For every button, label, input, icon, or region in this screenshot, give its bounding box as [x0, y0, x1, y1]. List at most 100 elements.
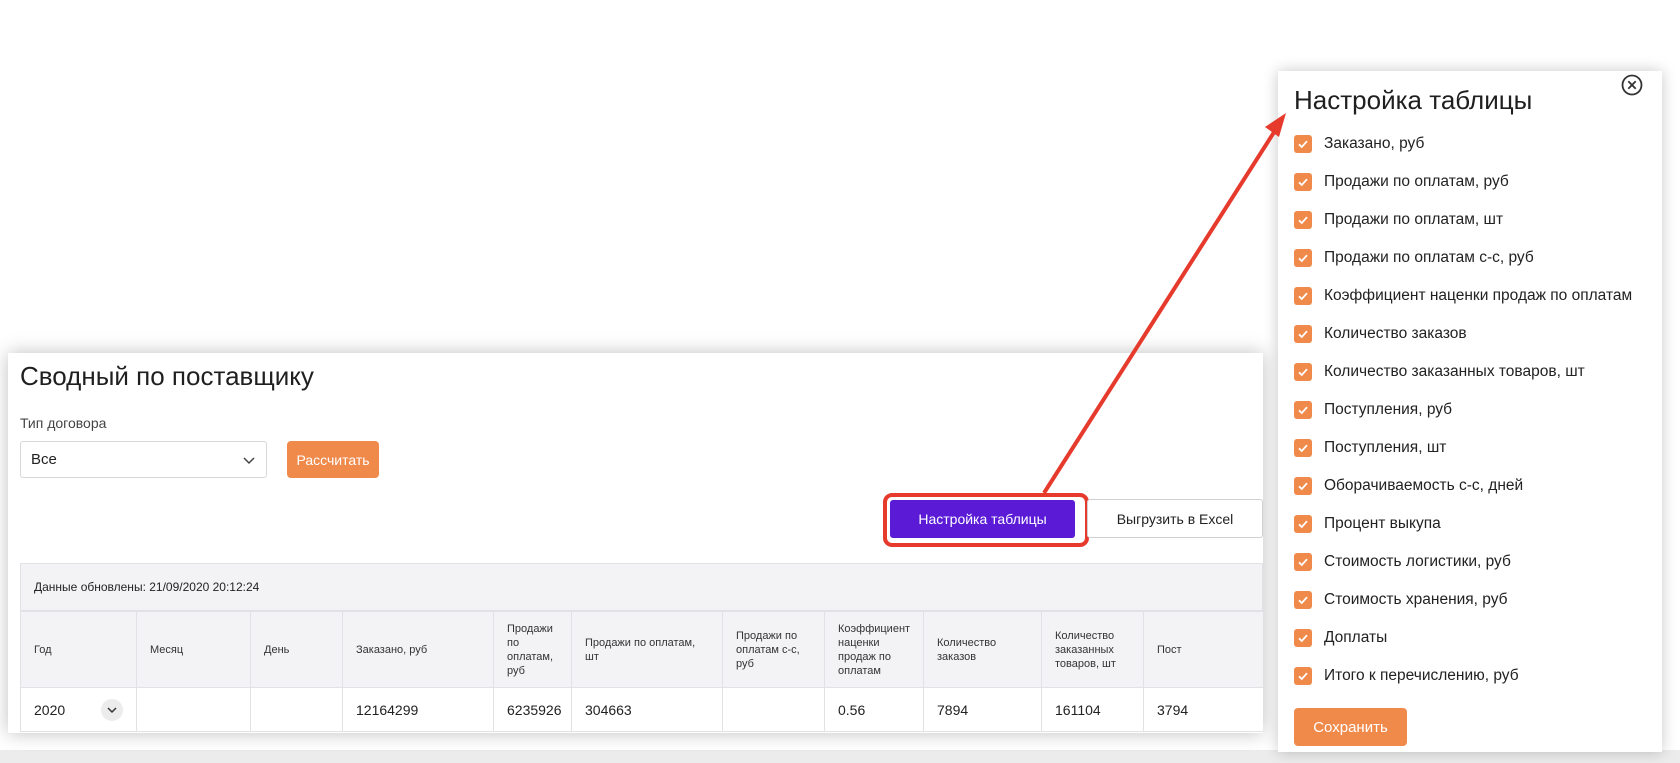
column-option-item[interactable]: Коэффициент наценки продаж по оплатам — [1294, 277, 1662, 315]
checkbox[interactable] — [1294, 667, 1312, 685]
save-button[interactable]: Сохранить — [1294, 708, 1407, 746]
table-cell: 3794 — [1143, 687, 1263, 732]
checkmark-icon — [1298, 672, 1308, 681]
checkmark-icon — [1298, 444, 1308, 453]
column-option-item[interactable]: Заказано, руб — [1294, 125, 1662, 163]
col-header-ordered-items[interactable]: Количество заказанных товаров, шт — [1041, 611, 1144, 688]
col-header-orders-count[interactable]: Количество заказов — [923, 611, 1042, 688]
checkbox[interactable] — [1294, 477, 1312, 495]
column-option-label: Поступления, шт — [1324, 439, 1447, 456]
export-excel-button[interactable]: Выгрузить в Excel — [1087, 499, 1263, 538]
table-cell: 304663 — [571, 687, 723, 732]
col-header-month[interactable]: Месяц — [136, 611, 251, 688]
col-header-markup-coef[interactable]: Коэффициент наценки продаж по оплатам — [824, 611, 924, 688]
column-option-item[interactable]: Продажи по оплатам с-с, руб — [1294, 239, 1662, 277]
col-header-ordered-rub[interactable]: Заказано, руб — [342, 611, 494, 688]
checkmark-icon — [1298, 292, 1308, 301]
contract-type-value: Все — [31, 451, 57, 468]
checkbox[interactable] — [1294, 287, 1312, 305]
contract-type-select[interactable]: Все — [20, 441, 267, 478]
table-header-row: Год Месяц День Заказано, руб Продажи по … — [20, 611, 1263, 688]
column-option-label: Коэффициент наценки продаж по оплатам — [1324, 287, 1633, 304]
checkmark-icon — [1298, 140, 1308, 149]
data-updated-text: Данные обновлены: 21/09/2020 20:12:24 — [34, 580, 260, 594]
checkbox[interactable] — [1294, 363, 1312, 381]
column-option-item[interactable]: Количество заказанных товаров, шт — [1294, 353, 1662, 391]
column-option-label: Продажи по оплатам с-с, руб — [1324, 249, 1534, 266]
summary-table: Год Месяц День Заказано, руб Продажи по … — [20, 611, 1263, 732]
checkbox[interactable] — [1294, 553, 1312, 571]
column-option-label: Заказано, руб — [1324, 135, 1425, 152]
col-header-receipts[interactable]: Пост — [1143, 611, 1263, 688]
checkbox[interactable] — [1294, 629, 1312, 647]
checkbox[interactable] — [1294, 439, 1312, 457]
column-option-item[interactable]: Стоимость хранения, руб — [1294, 581, 1662, 619]
column-option-label: Поступления, руб — [1324, 401, 1453, 418]
checkmark-icon — [1298, 216, 1308, 225]
table-cell: 6235926 — [493, 687, 572, 732]
page-title: Сводный по поставщику — [20, 361, 314, 391]
table-cell: 161104 — [1041, 687, 1144, 732]
column-option-label: Количество заказанных товаров, шт — [1324, 363, 1585, 380]
table-cell: 0.56 — [824, 687, 924, 732]
checkmark-icon — [1298, 330, 1308, 339]
column-option-item[interactable]: Количество заказов — [1294, 315, 1662, 353]
chevron-down-icon — [243, 456, 255, 464]
table-settings-modal: Настройка таблицы Заказано, руб Продажи п… — [1278, 71, 1662, 752]
checkmark-icon — [1298, 482, 1308, 491]
table-row: 2020 12164299 6235926 304663 0.56 7894 1… — [20, 687, 1263, 732]
checkmark-icon — [1298, 368, 1308, 377]
table-cell: 2020 — [20, 687, 137, 732]
table-cell — [722, 687, 825, 732]
checkbox[interactable] — [1294, 515, 1312, 533]
column-option-label: Продажи по оплатам, шт — [1324, 211, 1504, 228]
table-settings-button[interactable]: Настройка таблицы — [890, 500, 1075, 538]
checkbox[interactable] — [1294, 591, 1312, 609]
supplier-summary-panel: Сводный по поставщику Тип договора Все Р… — [8, 353, 1263, 733]
checkbox[interactable] — [1294, 249, 1312, 267]
checkmark-icon — [1298, 634, 1308, 643]
calculate-button[interactable]: Рассчитать — [287, 441, 379, 478]
column-option-label: Доплаты — [1324, 629, 1388, 646]
column-option-label: Продажи по оплатам, руб — [1324, 173, 1509, 190]
checkbox[interactable] — [1294, 325, 1312, 343]
data-table-container: Данные обновлены: 21/09/2020 20:12:24 Го… — [20, 563, 1263, 733]
table-cell: 12164299 — [342, 687, 494, 732]
col-header-year[interactable]: Год — [20, 611, 137, 688]
checkmark-icon — [1298, 558, 1308, 567]
column-option-label: Количество заказов — [1324, 325, 1467, 342]
contract-type-label: Тип договора — [20, 415, 107, 431]
table-cell — [250, 687, 343, 732]
col-header-sales-cost-rub[interactable]: Продажи по оплатам с-с, руб — [722, 611, 825, 688]
table-cell: 7894 — [923, 687, 1042, 732]
column-option-item[interactable]: Поступления, руб — [1294, 391, 1662, 429]
column-option-label: Стоимость хранения, руб — [1324, 591, 1508, 608]
col-header-sales-rub[interactable]: Продажи по оплатам, руб — [493, 611, 572, 688]
checkbox[interactable] — [1294, 173, 1312, 191]
column-option-item[interactable]: Продажи по оплатам, шт — [1294, 201, 1662, 239]
data-updated-bar: Данные обновлены: 21/09/2020 20:12:24 — [20, 563, 1263, 611]
column-option-label: Стоимость логистики, руб — [1324, 553, 1511, 570]
year-value: 2020 — [34, 701, 66, 718]
checkmark-icon — [1298, 520, 1308, 529]
checkbox[interactable] — [1294, 211, 1312, 229]
checkmark-icon — [1298, 596, 1308, 605]
expand-row-button[interactable] — [101, 698, 123, 721]
checkbox[interactable] — [1294, 135, 1312, 153]
column-option-item[interactable]: Стоимость логистики, руб — [1294, 543, 1662, 581]
column-option-item[interactable]: Итого к перечислению, руб — [1294, 657, 1662, 695]
column-option-item[interactable]: Оборачиваемость с-с, дней — [1294, 467, 1662, 505]
col-header-sales-pcs[interactable]: Продажи по оплатам, шт — [571, 611, 723, 688]
checkbox[interactable] — [1294, 401, 1312, 419]
col-header-day[interactable]: День — [250, 611, 343, 688]
column-options-list: Заказано, руб Продажи по оплатам, руб Прод… — [1294, 125, 1662, 695]
column-option-label: Оборачиваемость с-с, дней — [1324, 477, 1524, 494]
modal-title: Настройка таблицы — [1294, 85, 1533, 115]
column-option-item[interactable]: Доплаты — [1294, 619, 1662, 657]
column-option-item[interactable]: Продажи по оплатам, руб — [1294, 163, 1662, 201]
column-option-label: Итого к перечислению, руб — [1324, 667, 1519, 684]
close-circle-icon[interactable] — [1620, 73, 1644, 97]
checkmark-icon — [1298, 406, 1308, 415]
column-option-item[interactable]: Процент выкупа — [1294, 505, 1662, 543]
column-option-item[interactable]: Поступления, шт — [1294, 429, 1662, 467]
